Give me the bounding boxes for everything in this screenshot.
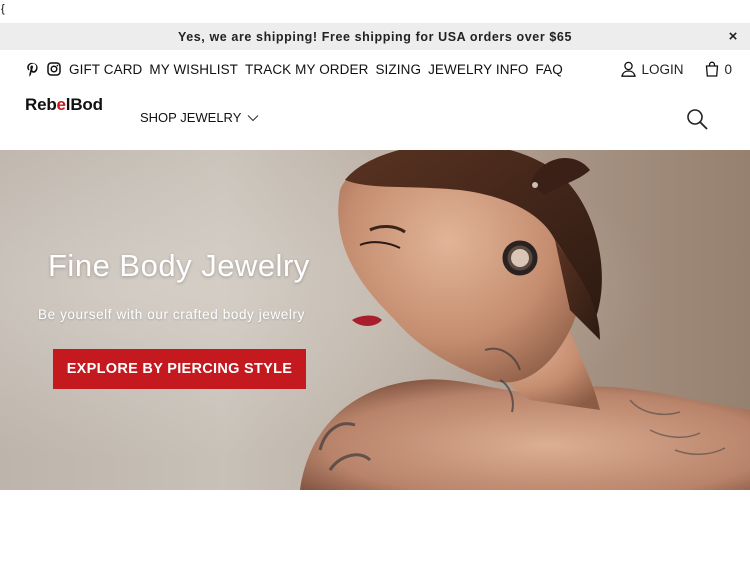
stray-character: { — [1, 3, 5, 15]
user-icon — [621, 61, 637, 77]
nav-link-gift-card[interactable]: GIFT CARD — [69, 62, 142, 77]
login-label: LOGIN — [641, 61, 684, 77]
account-area: LOGIN 0 — [621, 59, 732, 79]
chevron-down-icon — [248, 114, 259, 121]
nav-link-my-wishlist[interactable]: MY WISHLIST — [149, 62, 238, 77]
nav-link-track-my-order[interactable]: TRACK MY ORDER — [245, 62, 368, 77]
hero-subtitle: Be yourself with our crafted body jewelr… — [38, 307, 305, 322]
pinterest-icon[interactable] — [26, 62, 39, 77]
search-icon[interactable] — [686, 108, 708, 135]
close-announcement-button[interactable]: × — [729, 28, 738, 45]
announcement-text: Yes, we are shipping! Free shipping for … — [177, 29, 573, 44]
rebelbod-logo[interactable]: RebelBod — [25, 95, 103, 115]
shopping-bag-icon — [706, 61, 719, 77]
nav-link-faq[interactable]: FAQ — [536, 62, 563, 77]
hero-banner: Fine Body Jewelry Be yourself with our c… — [0, 150, 750, 490]
login-link[interactable]: LOGIN — [621, 61, 683, 77]
top-nav: GIFT CARD MY WISHLIST TRACK MY ORDER SIZ… — [26, 59, 570, 79]
instagram-icon[interactable] — [47, 62, 61, 76]
shop-jewelry-label: SHOP JEWELRY — [140, 110, 242, 125]
nav-link-jewelry-info[interactable]: JEWELRY INFO — [428, 62, 528, 77]
nav-link-sizing[interactable]: SIZING — [375, 62, 421, 77]
cart-count: 0 — [724, 61, 732, 77]
cart-link[interactable]: 0 — [705, 61, 732, 77]
explore-by-piercing-style-button[interactable]: EXPLORE BY PIERCING STYLE — [53, 349, 306, 389]
shop-jewelry-menu[interactable]: SHOP JEWELRY — [140, 110, 259, 125]
announcement-bar: Yes, we are shipping! Free shipping for … — [0, 23, 750, 50]
hero-title: Fine Body Jewelry — [48, 248, 310, 283]
hero-model-image — [300, 150, 750, 490]
